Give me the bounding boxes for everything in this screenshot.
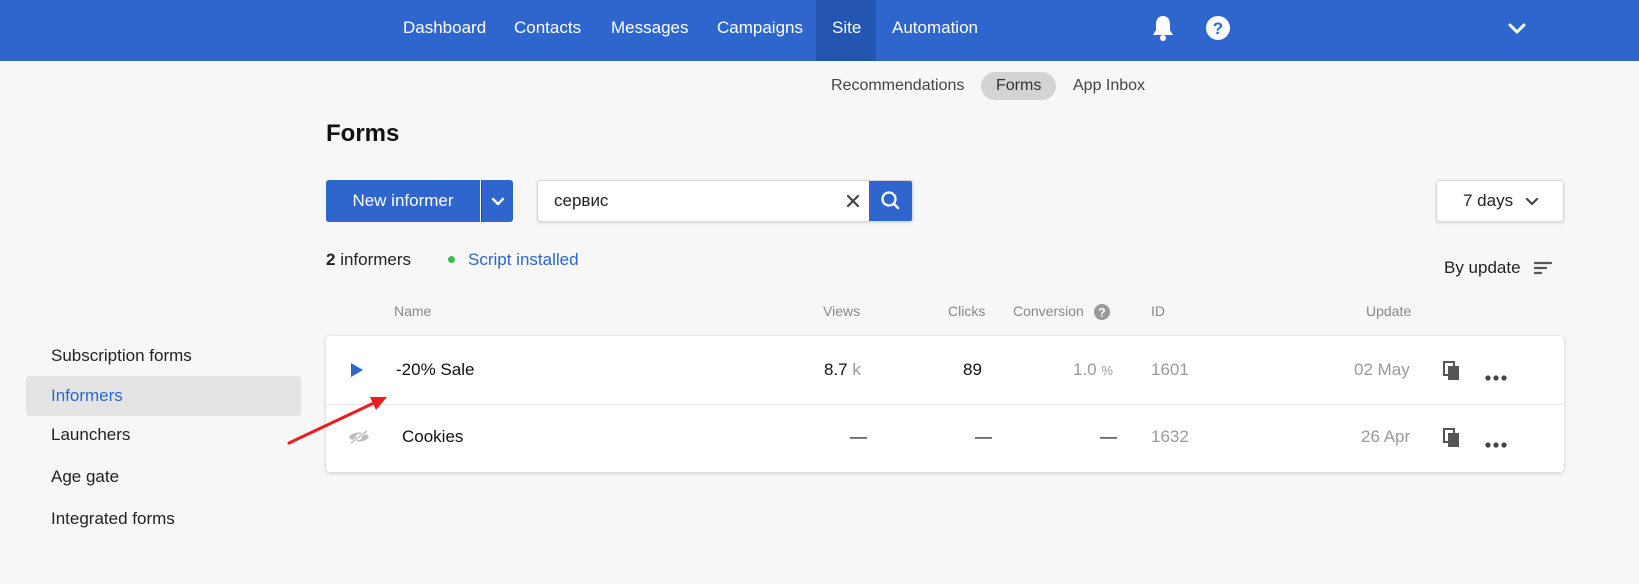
sidebar-item-age-gate[interactable]: Age gate	[26, 457, 301, 497]
help-icon[interactable]: ?	[1205, 15, 1231, 41]
informers-table: -20% Sale 8.7 k 89 1.0 % 1601 02 May Coo…	[326, 336, 1564, 472]
column-header-views[interactable]: Views	[823, 303, 860, 319]
search-input[interactable]	[554, 181, 844, 221]
clear-icon[interactable]	[843, 191, 863, 211]
informers-count-number: 2	[326, 250, 336, 269]
row-views-value: 8.7	[824, 360, 848, 379]
row-update: 26 Apr	[1361, 427, 1411, 446]
chevron-down-icon[interactable]	[1506, 18, 1532, 44]
help-icon[interactable]: ?	[1094, 304, 1110, 325]
row-id: 1632	[1151, 427, 1189, 446]
row-views: 8.7 k	[824, 360, 861, 380]
search-box	[537, 180, 913, 222]
row-name[interactable]: Cookies	[402, 427, 463, 447]
row-conversion: 1.0 %	[1073, 360, 1113, 381]
status-dot-icon	[448, 256, 455, 263]
period-dropdown-label: 7 days	[1463, 191, 1514, 210]
new-informer-dropdown-button[interactable]	[481, 180, 513, 222]
eye-off-icon[interactable]	[348, 429, 370, 450]
row-clicks: —	[975, 427, 992, 446]
column-header-name[interactable]: Name	[394, 303, 431, 319]
nav-item-messages[interactable]: Messages	[595, 0, 704, 61]
bell-icon[interactable]	[1150, 14, 1176, 41]
sort-button[interactable]: By update	[1444, 258, 1552, 278]
sort-label: By update	[1444, 258, 1521, 277]
sidebar-item-launchers[interactable]: Launchers	[26, 415, 301, 455]
chevron-down-icon	[491, 197, 505, 206]
new-informer-button[interactable]: New informer	[326, 180, 480, 222]
subnav-recommendations[interactable]: Recommendations	[816, 72, 979, 100]
row-name[interactable]: -20% Sale	[396, 360, 474, 380]
sidebar-item-informers[interactable]: Informers	[26, 376, 301, 416]
nav-item-site[interactable]: Site	[816, 0, 876, 61]
sidebar-item-subscription-forms[interactable]: Subscription forms	[26, 336, 301, 376]
column-header-update[interactable]: Update	[1366, 303, 1411, 319]
nav-item-contacts[interactable]: Contacts	[498, 0, 597, 61]
row-conversion: —	[1100, 427, 1117, 448]
row-id: 1601	[1151, 360, 1189, 379]
column-header-id[interactable]: ID	[1151, 303, 1165, 319]
row-clicks: 89	[963, 360, 982, 379]
page-title: Forms	[326, 120, 400, 147]
row-conversion-value: 1.0	[1073, 360, 1097, 379]
nav-item-campaigns[interactable]: Campaigns	[701, 0, 819, 61]
search-button[interactable]	[869, 181, 912, 221]
subnav-forms[interactable]: Forms	[981, 72, 1057, 100]
row-views: —	[850, 427, 867, 447]
table-row[interactable]: -20% Sale 8.7 k 89 1.0 % 1601 02 May	[326, 336, 1564, 404]
search-icon	[881, 191, 900, 210]
more-options-icon[interactable]	[1485, 368, 1507, 386]
script-status-link[interactable]: Script installed	[468, 250, 579, 270]
svg-text:?: ?	[1098, 306, 1105, 320]
copy-icon[interactable]	[1443, 361, 1461, 386]
play-icon[interactable]	[350, 362, 364, 383]
row-views-value: —	[850, 427, 867, 446]
informers-count-label: informers	[340, 250, 412, 269]
sort-icon	[1534, 261, 1552, 275]
row-update: 02 May	[1354, 360, 1410, 379]
row-views-unit: k	[852, 360, 861, 379]
sidebar-item-integrated-forms[interactable]: Integrated forms	[26, 499, 301, 539]
top-nav-bar: Dashboard Contacts Messages Campaigns Si…	[0, 0, 1639, 61]
chevron-down-icon	[1525, 197, 1539, 206]
copy-icon[interactable]	[1443, 428, 1461, 453]
nav-item-automation[interactable]: Automation	[876, 0, 994, 61]
nav-item-dashboard[interactable]: Dashboard	[387, 0, 502, 61]
column-header-conversion[interactable]: Conversion	[1013, 303, 1084, 319]
period-dropdown[interactable]: 7 days	[1436, 180, 1564, 222]
svg-text:?: ?	[1213, 19, 1223, 38]
informers-count: 2 informers	[326, 250, 411, 270]
table-row[interactable]: Cookies — — — 1632 26 Apr	[326, 404, 1564, 472]
subnav-app-inbox[interactable]: App Inbox	[1058, 72, 1160, 100]
row-conversion-value: —	[1100, 427, 1117, 446]
more-options-icon[interactable]	[1485, 435, 1507, 453]
row-conversion-unit: %	[1101, 363, 1113, 378]
column-header-clicks[interactable]: Clicks	[948, 303, 985, 319]
